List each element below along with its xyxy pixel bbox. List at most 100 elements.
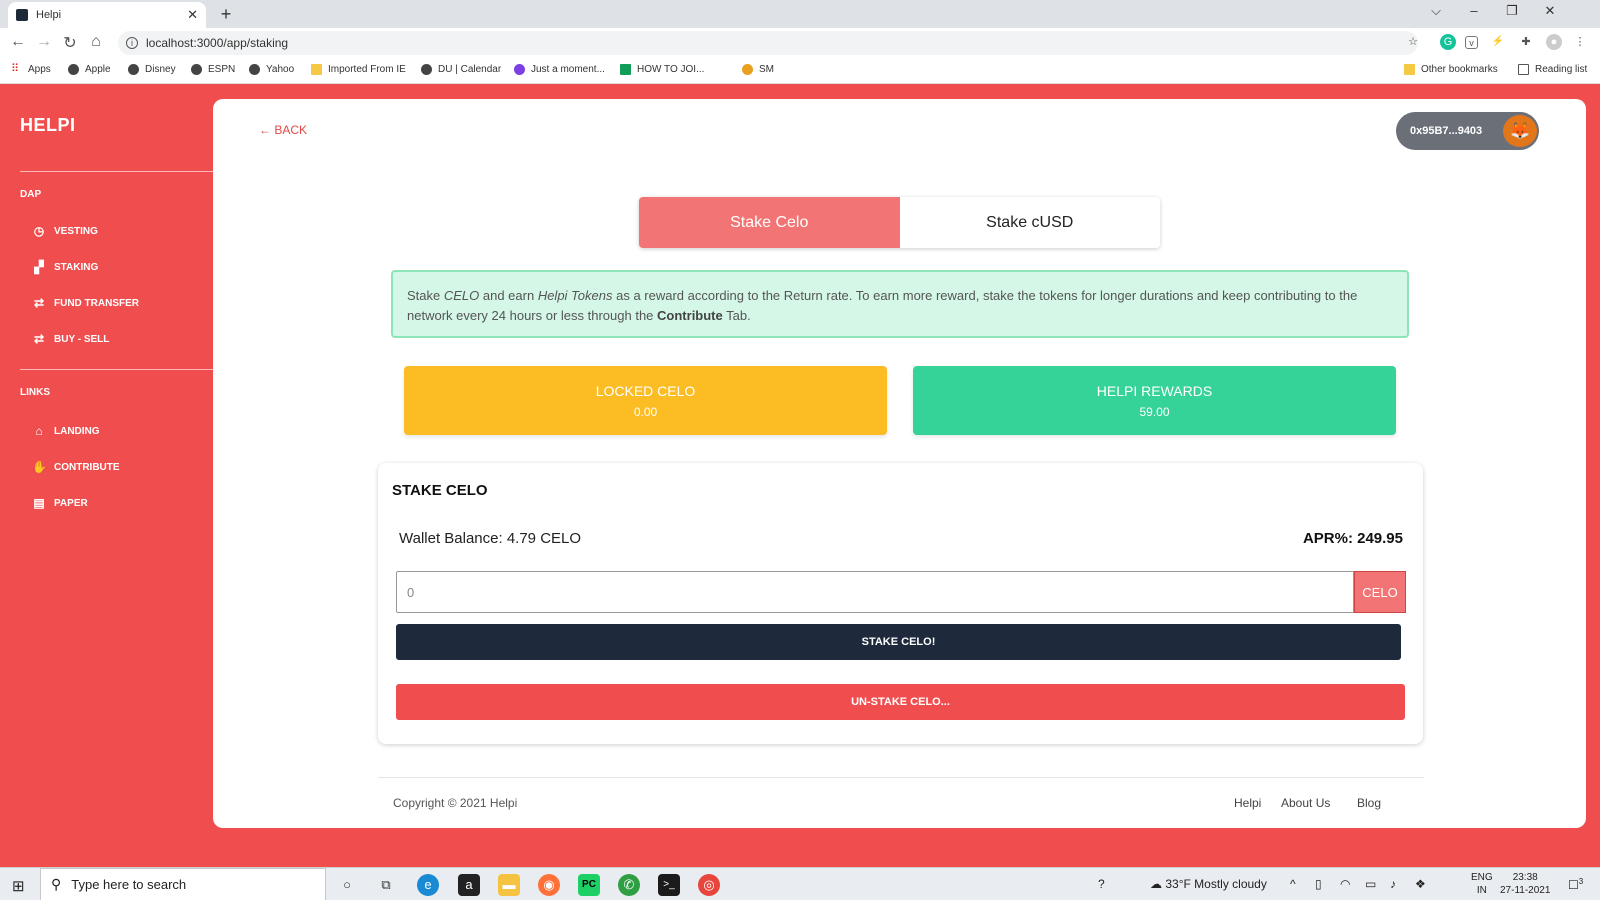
bookmark-just-a-moment[interactable]: Just a moment... (514, 64, 605, 75)
new-tab-button[interactable]: + (216, 4, 236, 25)
bookmark-yahoo[interactable]: Yahoo (249, 64, 294, 75)
footer-copyright: Copyright © 2021 Helpi (393, 796, 518, 810)
chart-icon (742, 64, 753, 75)
input-language[interactable]: ENG IN (1471, 871, 1493, 897)
unstake-celo-button[interactable]: UN-STAKE CELO... (396, 684, 1405, 720)
wallet-balance: Wallet Balance: 4.79 CELO (399, 530, 582, 547)
sidebar-item-landing[interactable]: ⌂ LANDING (32, 423, 99, 439)
sidebar-item-paper[interactable]: ▤ PAPER (32, 495, 87, 511)
handshake-icon: ✋ (32, 460, 47, 474)
sidebar-divider (20, 369, 213, 370)
task-view-icon[interactable]: ⧉ (375, 874, 397, 896)
chrome-icon[interactable]: ◎ (698, 874, 720, 896)
back-arrow-icon[interactable]: ← (8, 33, 28, 51)
sidebar-section-links: LINKS (20, 387, 50, 398)
globe-icon (514, 64, 525, 75)
reading-list[interactable]: Reading list (1518, 64, 1587, 75)
weather-widget[interactable]: ☁ 33°F Mostly cloudy (1150, 877, 1267, 891)
stake-celo-button[interactable]: STAKE CELO! (396, 624, 1401, 660)
metamask-fox-icon: 🦊 (1503, 115, 1537, 147)
bookmark-imported-folder[interactable]: Imported From IE (311, 64, 406, 75)
profile-avatar-icon[interactable]: ● (1546, 34, 1562, 50)
sidebar: HELPI DAP ◷ VESTING ▞ STAKING ⇄ FUND TRANSF… (0, 85, 213, 867)
other-bookmarks[interactable]: Other bookmarks (1404, 64, 1498, 75)
locked-celo-value: 0.00 (633, 405, 658, 419)
bookmark-apple[interactable]: Apple (68, 64, 111, 75)
footer-link-blog[interactable]: Blog (1357, 796, 1381, 810)
bookmark-star-icon[interactable]: ☆ (1405, 34, 1421, 50)
footer-link-helpi[interactable]: Helpi (1234, 796, 1261, 810)
helpi-rewards-card: HELPI REWARDS 59.00 (913, 366, 1396, 435)
reading-list-icon (1518, 64, 1529, 75)
browser-tab[interactable]: Helpi ✕ (8, 2, 206, 28)
site-info-icon[interactable]: i (126, 37, 138, 49)
stake-amount-input[interactable] (396, 571, 1354, 613)
amazon-icon[interactable]: a (458, 874, 480, 896)
firefox-icon[interactable]: ◉ (538, 874, 560, 896)
sidebar-item-contribute[interactable]: ✋ CONTRIBUTE (32, 459, 120, 475)
helpi-rewards-value: 59.00 (1139, 405, 1170, 419)
bookmark-disney[interactable]: Disney (128, 64, 176, 75)
cloud-icon: ☁ (1150, 877, 1166, 891)
back-link[interactable]: ← BACK (259, 123, 307, 137)
sidebar-item-fund-transfer[interactable]: ⇄ FUND TRANSFER (32, 295, 139, 311)
battery-icon[interactable]: ▭ (1365, 877, 1376, 891)
forward-arrow-icon[interactable]: → (34, 33, 54, 51)
amount-unit-label: CELO (1354, 571, 1406, 613)
tab-stake-cusd[interactable]: Stake cUSD (899, 197, 1160, 248)
pycharm-icon[interactable]: PC (578, 874, 600, 896)
sidebar-divider (20, 171, 213, 172)
footer-link-about-us[interactable]: About Us (1281, 796, 1330, 810)
stake-token-tabs: Stake Celo Stake cUSD (639, 197, 1160, 248)
wifi-icon[interactable]: ◠ (1340, 877, 1350, 891)
address-bar[interactable]: i localhost:3000/app/staking (118, 31, 1418, 55)
extension-icon[interactable]: ⚡ (1490, 34, 1506, 50)
browser-tab-bar: Helpi ✕ + ⌵ – ❐ ✕ (0, 0, 1600, 28)
dropbox-icon[interactable]: ❖ (1415, 877, 1426, 891)
panel-title: STAKE CELO (392, 482, 488, 499)
help-icon[interactable]: ? (1098, 877, 1105, 891)
sidebar-item-vesting[interactable]: ◷ VESTING (32, 223, 98, 239)
tab-stake-celo[interactable]: Stake Celo (639, 197, 900, 248)
device-icon[interactable]: ▯ (1315, 877, 1322, 891)
restore-button[interactable]: ❐ (1502, 3, 1522, 19)
file-explorer-icon[interactable]: ▬ (498, 874, 520, 896)
notifications-icon[interactable]: ☐3 (1568, 877, 1583, 892)
taskbar-search-box[interactable]: ⚲ Type here to search (40, 868, 326, 900)
globe-icon (191, 64, 202, 75)
close-window-button[interactable]: ✕ (1540, 3, 1560, 19)
terminal-icon[interactable]: >_ (658, 874, 680, 896)
bookmark-how-to-join[interactable]: HOW TO JOI... (620, 64, 704, 75)
folder-icon (1404, 64, 1415, 75)
volume-icon[interactable]: ♪ (1390, 877, 1396, 891)
globe-icon (128, 64, 139, 75)
home-icon[interactable]: ⌂ (86, 33, 106, 51)
tab-close-icon[interactable]: ✕ (187, 7, 198, 23)
browser-menu-icon[interactable]: ⋮ (1572, 34, 1588, 50)
windows-start-icon[interactable]: ⊞ (12, 877, 25, 895)
home-icon: ⌂ (35, 424, 43, 438)
brand-logo[interactable]: HELPI (20, 115, 76, 136)
tray-chevron-icon[interactable]: ^ (1290, 877, 1296, 891)
bookmark-sm[interactable]: SM (742, 64, 774, 75)
tab-search-dropdown-icon[interactable]: ⌵ (1426, 3, 1446, 19)
reload-icon[interactable]: ↻ (60, 33, 80, 53)
globe-icon (249, 64, 260, 75)
bookmark-espn[interactable]: ESPN (191, 64, 235, 75)
sidebar-item-buy-sell[interactable]: ⇄ BUY - SELL (32, 331, 109, 347)
tab-title: Helpi (36, 9, 62, 21)
whatsapp-icon[interactable]: ✆ (618, 874, 640, 896)
bookmark-apps[interactable]: ⠿ Apps (11, 64, 51, 76)
system-clock[interactable]: 23:38 27-11-2021 (1500, 871, 1550, 897)
sidebar-item-staking[interactable]: ▞ STAKING (32, 259, 98, 275)
grammarly-extension-icon[interactable]: G (1440, 34, 1456, 50)
wallet-connect-button[interactable]: 0x95B7...9403 🦊 (1396, 112, 1539, 150)
cortana-icon[interactable]: ○ (336, 874, 358, 896)
bookmark-du-calendar[interactable]: DU | Calendar (421, 64, 501, 75)
main-content-card: ← BACK 0x95B7...9403 🦊 Stake Celo Stake … (213, 99, 1586, 828)
edge-icon[interactable]: e (417, 874, 439, 896)
extensions-puzzle-icon[interactable]: ✚ (1518, 34, 1534, 50)
minimize-button[interactable]: – (1464, 3, 1484, 18)
pocket-extension-icon[interactable]: v (1465, 36, 1478, 49)
globe-icon (68, 64, 79, 75)
